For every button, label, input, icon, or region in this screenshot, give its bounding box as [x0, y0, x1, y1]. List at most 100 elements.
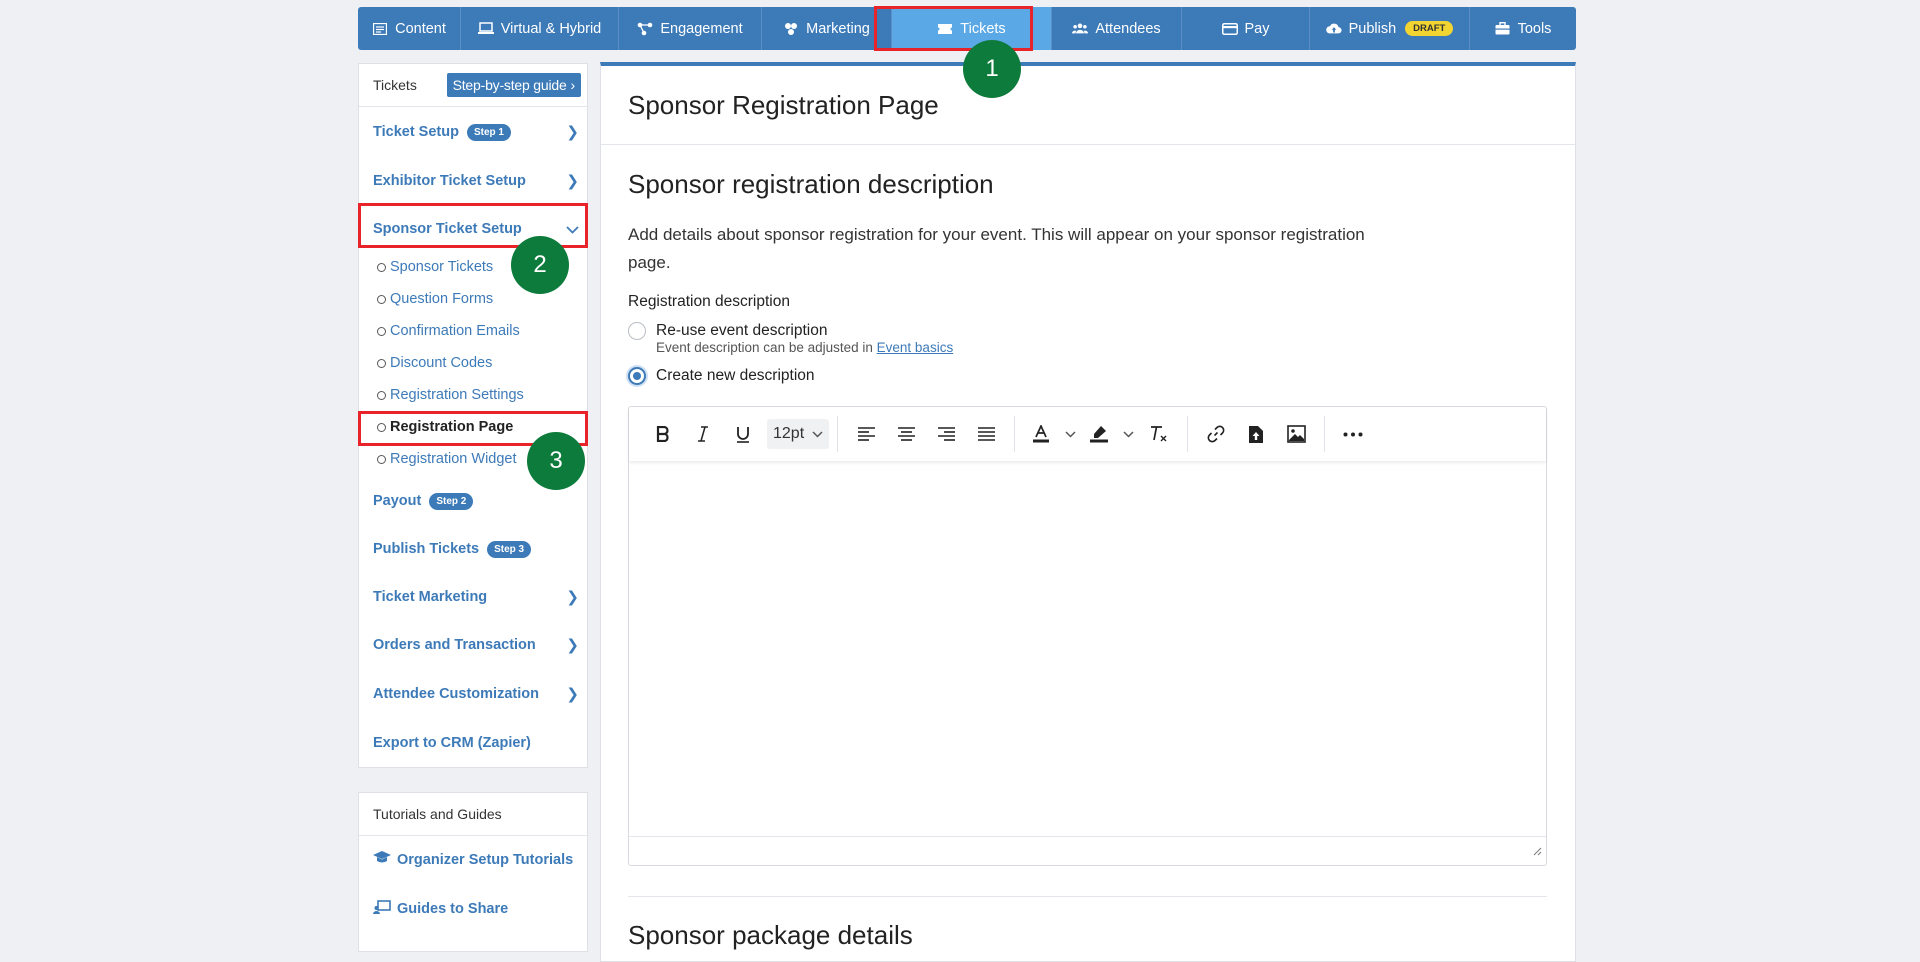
draft-badge: DRAFT [1405, 21, 1454, 36]
hint-text: Event description can be adjusted in [656, 340, 873, 355]
sidebar-item-label: Ticket Setup [373, 124, 459, 140]
subitem-registration-page[interactable]: Registration Page [377, 416, 513, 438]
radio-reuse-event-description[interactable]: Re-use event description [628, 322, 827, 340]
sidebar-item-label: Orders and Transaction [373, 637, 536, 653]
underline-button[interactable] [723, 417, 763, 451]
subitem-confirmation-emails[interactable]: Confirmation Emails [377, 320, 520, 342]
step-badge: Step 2 [429, 492, 474, 510]
circle-icon [377, 422, 386, 432]
text-color-button[interactable] [1023, 417, 1059, 451]
sidebar-item-exhibitor-ticket-setup[interactable]: Exhibitor Ticket Setup ❯ [359, 168, 587, 194]
sidebar-item-label: Payout [373, 493, 422, 509]
bold-icon [656, 426, 669, 442]
font-size-select[interactable]: 12pt [767, 419, 830, 449]
circle-icon [377, 262, 386, 272]
circle-icon [377, 294, 386, 304]
subitem-label: Registration Settings [390, 387, 524, 403]
radio-button[interactable] [628, 322, 646, 340]
toolbar-divider [1014, 416, 1016, 452]
highlight-color-button[interactable] [1081, 417, 1117, 451]
insert-image-button[interactable] [1276, 417, 1316, 451]
sidebar-item-attendee-customization[interactable]: Attendee Customization ❯ [359, 681, 587, 707]
subitem-question-forms[interactable]: Question Forms [377, 288, 493, 310]
justify-button[interactable] [966, 417, 1006, 451]
tab-label: Pay [1244, 20, 1270, 37]
italic-button[interactable] [683, 417, 723, 451]
subitem-registration-widget[interactable]: Registration Widget [377, 448, 517, 470]
clear-formatting-icon [1151, 426, 1167, 442]
toolbox-icon [1495, 22, 1511, 36]
monitor-icon [477, 22, 494, 36]
link-organizer-setup-tutorials[interactable]: Organizer Setup Tutorials [373, 851, 573, 868]
align-right-button[interactable] [926, 417, 966, 451]
sidebar-item-orders-and-transaction[interactable]: Orders and Transaction ❯ [359, 632, 587, 658]
sidebar-item-publish-tickets[interactable]: Publish Tickets Step 3 [359, 536, 587, 562]
event-basics-link[interactable]: Event basics [877, 340, 954, 355]
tab-attendees[interactable]: Attendees [1052, 7, 1182, 50]
section-title: Sponsor registration description [628, 169, 994, 199]
sidebar-item-label: Export to CRM (Zapier) [373, 735, 531, 751]
radio-button[interactable] [628, 367, 646, 385]
circle-icon [377, 390, 386, 400]
chevron-right-icon: ❯ [566, 686, 579, 703]
step-by-step-guide-button[interactable]: Step-by-step guide › [446, 73, 581, 97]
tab-marketing[interactable]: Marketing [762, 7, 892, 50]
tab-label: Attendees [1095, 20, 1161, 37]
chevron-down-icon [1065, 430, 1076, 438]
align-center-button[interactable] [886, 417, 926, 451]
tab-tools[interactable]: Tools [1470, 7, 1576, 50]
sidebar-item-label: Attendee Customization [373, 686, 539, 702]
subitem-registration-settings[interactable]: Registration Settings [377, 384, 524, 406]
text-color-icon [1033, 425, 1050, 443]
editor-statusbar [629, 836, 1546, 865]
radio-create-new-description[interactable]: Create new description [628, 367, 815, 385]
sidebar-item-ticket-setup[interactable]: Ticket Setup Step 1 ❯ [359, 119, 587, 145]
tab-label: Tickets [960, 20, 1006, 37]
upload-file-button[interactable] [1236, 417, 1276, 451]
highlight-color-dropdown[interactable] [1117, 417, 1139, 451]
more-options-button[interactable] [1333, 417, 1373, 451]
tab-publish[interactable]: Publish DRAFT [1310, 7, 1470, 50]
editor-toolbar: 12pt [629, 407, 1546, 461]
bold-button[interactable] [643, 417, 683, 451]
file-upload-icon [1249, 425, 1264, 443]
tutorial-link-label: Guides to Share [397, 901, 509, 917]
editor-content-area[interactable] [629, 461, 1546, 837]
subitem-discount-codes[interactable]: Discount Codes [377, 352, 492, 374]
subitem-sponsor-tickets[interactable]: Sponsor Tickets [377, 256, 493, 278]
tab-content[interactable]: Content [358, 7, 461, 50]
tutorials-panel: Tutorials and Guides Organizer Setup Tut… [358, 792, 588, 952]
font-size-value: 12pt [773, 425, 805, 442]
align-left-button[interactable] [846, 417, 886, 451]
underline-icon [737, 426, 749, 443]
sidebar-header: Tickets Step-by-step guide › [359, 64, 587, 107]
subitem-label: Confirmation Emails [390, 323, 520, 339]
text-color-dropdown[interactable] [1059, 417, 1081, 451]
sidebar-title: Tickets [373, 77, 417, 93]
tab-tickets[interactable]: Tickets [892, 7, 1052, 50]
sidebar-item-ticket-marketing[interactable]: Ticket Marketing ❯ [359, 584, 587, 610]
nodes-icon [637, 22, 653, 36]
sidebar-item-sponsor-ticket-setup[interactable]: Sponsor Ticket Setup [359, 216, 587, 242]
insert-link-button[interactable] [1196, 417, 1236, 451]
resize-handle-icon[interactable] [1532, 843, 1542, 861]
tab-label: Virtual & Hybrid [500, 20, 602, 37]
tab-virtual-hybrid[interactable]: Virtual & Hybrid [461, 7, 619, 50]
circle-icon [377, 358, 386, 368]
chevron-right-icon: ❯ [566, 124, 579, 141]
content-icon [372, 22, 388, 36]
clear-formatting-button[interactable] [1139, 417, 1179, 451]
sponsor-package-details-title: Sponsor package details [628, 920, 913, 950]
tab-pay[interactable]: Pay [1182, 7, 1310, 50]
top-navigation: Content Virtual & Hybrid Engagement Mark… [358, 7, 1576, 50]
radio-label: Re-use event description [656, 322, 828, 339]
sidebar-item-payout[interactable]: Payout Step 2 [359, 488, 587, 514]
align-center-icon [897, 427, 915, 441]
radio-label: Create new description [656, 367, 815, 384]
sidebar-item-export-to-crm[interactable]: Export to CRM (Zapier) [359, 730, 587, 756]
tab-engagement[interactable]: Engagement [619, 7, 762, 50]
tab-label: Engagement [660, 20, 743, 37]
subitem-label: Discount Codes [390, 355, 493, 371]
link-guides-to-share[interactable]: Guides to Share [373, 900, 508, 918]
sidebar-item-label: Sponsor Ticket Setup [373, 221, 522, 237]
